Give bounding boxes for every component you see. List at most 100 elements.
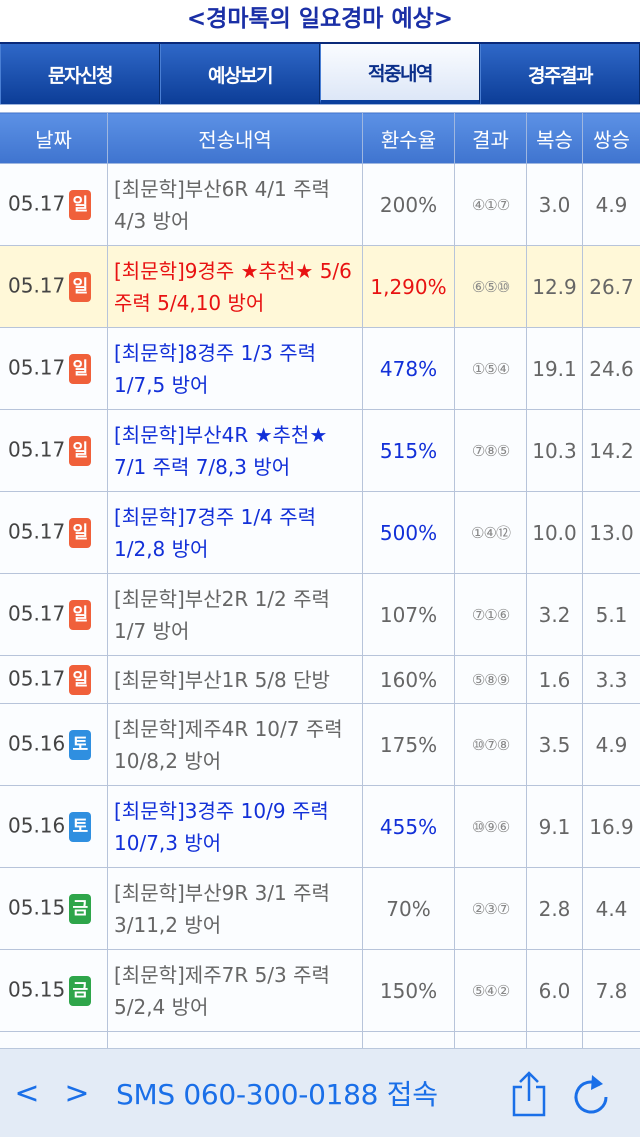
weekday-badge: 금	[69, 894, 91, 924]
result-cell: ⑤④②	[455, 950, 527, 1032]
refresh-icon[interactable]	[570, 1071, 612, 1121]
date-cell: 05.16토	[0, 704, 108, 786]
return-rate-cell: 500%	[363, 492, 455, 574]
column-header-date: 날짜	[0, 113, 108, 164]
message-cell: [최문학]제주4R 10/7 주력 10/8,2 방어	[108, 704, 363, 786]
date-cell: 05.15금	[0, 868, 108, 950]
return-rate-cell: 200%	[363, 164, 455, 246]
return-rate-cell: 455%	[363, 786, 455, 868]
message-cell: [최문학]8경주 1/3 주력 1/7,5 방어	[108, 328, 363, 410]
quinella-cell: 10.0	[527, 492, 583, 574]
share-icon[interactable]	[508, 1071, 550, 1121]
date-cell: 05.17일	[0, 246, 108, 328]
quinella-cell: 2.8	[527, 868, 583, 950]
table-row[interactable]: 05.15금[최문학]제주7R 5/3 주력 5/2,4 방어150%⑤④②6.…	[0, 950, 640, 1032]
forward-button[interactable]: >	[52, 1076, 102, 1111]
result-cell: ④①⑦	[455, 164, 527, 246]
column-header-quinella: 복승	[527, 113, 583, 164]
hit-history-table: 날짜 전송내역 환수율 결과 복승 쌍승 05.17일[최문학]부산6R 4/1…	[0, 112, 640, 1050]
date-text: 05.17	[8, 191, 65, 215]
result-cell: ⑤⑧⑨	[455, 656, 527, 704]
date-cell: 05.17일	[0, 328, 108, 410]
weekday-badge: 일	[69, 665, 91, 695]
column-header-return-rate: 환수율	[363, 113, 455, 164]
weekday-badge: 금	[69, 976, 91, 1006]
date-text: 05.17	[8, 437, 65, 461]
date-text: 05.16	[8, 813, 65, 837]
quinella-cell: 3.2	[527, 574, 583, 656]
quinella-cell: 1.6	[527, 656, 583, 704]
date-text: 05.17	[8, 601, 65, 625]
message-cell: [최문학]제주7R 5/3 주력 5/2,4 방어	[108, 950, 363, 1032]
return-rate-cell: 107%	[363, 574, 455, 656]
message-cell: [최문학]부산2R 1/2 주력 1/7 방어	[108, 574, 363, 656]
table-row[interactable]: 05.17일[최문학]부산4R ★추천★ 7/1 주력 7/8,3 방어515%…	[0, 410, 640, 492]
bottom-toolbar: < > SMS 060-300-0188 접속	[0, 1048, 640, 1137]
return-rate-cell: 175%	[363, 704, 455, 786]
date-text: 05.17	[8, 355, 65, 379]
exacta-cell: 24.6	[583, 328, 640, 410]
hit-history-table-container[interactable]: 날짜 전송내역 환수율 결과 복승 쌍승 05.17일[최문학]부산6R 4/1…	[0, 112, 640, 1050]
date-cell: 05.16토	[0, 786, 108, 868]
table-row[interactable]: 05.17일[최문학]7경주 1/4 주력 1/2,8 방어500%①④⑫10.…	[0, 492, 640, 574]
date-text: 05.17	[8, 519, 65, 543]
return-rate-cell: 150%	[363, 950, 455, 1032]
message-cell: [최문학]부산6R 4/1 주력 4/3 방어	[108, 164, 363, 246]
weekday-badge: 토	[69, 812, 91, 842]
quinella-cell: 6.0	[527, 950, 583, 1032]
result-cell: ②③⑦	[455, 868, 527, 950]
return-rate-cell: 70%	[363, 868, 455, 950]
result-cell: ⑩⑨⑥	[455, 786, 527, 868]
table-row[interactable]: 05.16토[최문학]3경주 10/9 주력 10/7,3 방어455%⑩⑨⑥9…	[0, 786, 640, 868]
column-header-result: 결과	[455, 113, 527, 164]
weekday-badge: 일	[69, 272, 91, 302]
column-header-message: 전송내역	[108, 113, 363, 164]
quinella-cell: 9.1	[527, 786, 583, 868]
date-cell: 05.17일	[0, 164, 108, 246]
exacta-cell: 14.2	[583, 410, 640, 492]
sms-connect-link[interactable]: SMS 060-300-0188 접속	[116, 1073, 438, 1113]
page-title: <경마톡의 일요경마 예상>	[0, 0, 640, 42]
message-cell: [최문학]부산1R 5/8 단방	[108, 656, 363, 704]
date-cell: 05.17일	[0, 410, 108, 492]
message-cell: [최문학]9경주 ★추천★ 5/6 주력 5/4,10 방어	[108, 246, 363, 328]
table-header-row: 날짜 전송내역 환수율 결과 복승 쌍승	[0, 113, 640, 164]
date-text: 05.15	[8, 895, 65, 919]
tab-bar: 문자신청 예상보기 적중내역 경주결과	[0, 42, 640, 104]
tab-race-results[interactable]: 경주결과	[480, 44, 640, 104]
table-row[interactable]: 05.17일[최문학]부산1R 5/8 단방160%⑤⑧⑨1.63.3	[0, 656, 640, 704]
date-text: 05.17	[8, 666, 65, 690]
table-row[interactable]: 05.16토[최문학]제주4R 10/7 주력 10/8,2 방어175%⑩⑦⑧…	[0, 704, 640, 786]
tab-predictions[interactable]: 예상보기	[160, 44, 320, 104]
return-rate-cell: 160%	[363, 656, 455, 704]
result-cell: ⑥⑤⑩	[455, 246, 527, 328]
exacta-cell: 4.9	[583, 704, 640, 786]
date-cell: 05.17일	[0, 656, 108, 704]
table-row[interactable]: 05.15금[최문학]부산9R 3/1 주력 3/11,2 방어70%②③⑦2.…	[0, 868, 640, 950]
return-rate-cell: 515%	[363, 410, 455, 492]
result-cell: ①④⑫	[455, 492, 527, 574]
quinella-cell: 3.0	[527, 164, 583, 246]
table-row[interactable]: 05.17일[최문학]8경주 1/3 주력 1/7,5 방어478%①⑤④19.…	[0, 328, 640, 410]
quinella-cell: 12.9	[527, 246, 583, 328]
weekday-badge: 일	[69, 190, 91, 220]
table-row[interactable]: 05.17일[최문학]부산6R 4/1 주력 4/3 방어200%④①⑦3.04…	[0, 164, 640, 246]
back-button[interactable]: <	[2, 1076, 52, 1111]
table-row[interactable]: 05.17일[최문학]부산2R 1/2 주력 1/7 방어107%⑦①⑥3.25…	[0, 574, 640, 656]
table-row[interactable]: 05.17일[최문학]9경주 ★추천★ 5/6 주력 5/4,10 방어1,29…	[0, 246, 640, 328]
message-cell: [최문학]3경주 10/9 주력 10/7,3 방어	[108, 786, 363, 868]
exacta-cell: 5.1	[583, 574, 640, 656]
weekday-badge: 일	[69, 436, 91, 466]
message-cell: [최문학]부산4R ★추천★ 7/1 주력 7/8,3 방어	[108, 410, 363, 492]
tab-sms-request[interactable]: 문자신청	[0, 44, 160, 104]
result-cell: ⑦⑧⑤	[455, 410, 527, 492]
date-text: 05.16	[8, 731, 65, 755]
tab-hit-history[interactable]: 적중내역	[320, 44, 480, 104]
date-text: 05.17	[8, 273, 65, 297]
date-cell: 05.15금	[0, 950, 108, 1032]
message-cell: [최문학]부산9R 3/1 주력 3/11,2 방어	[108, 868, 363, 950]
result-cell: ⑦①⑥	[455, 574, 527, 656]
result-cell: ①⑤④	[455, 328, 527, 410]
return-rate-cell: 478%	[363, 328, 455, 410]
column-header-exacta: 쌍승	[583, 113, 640, 164]
